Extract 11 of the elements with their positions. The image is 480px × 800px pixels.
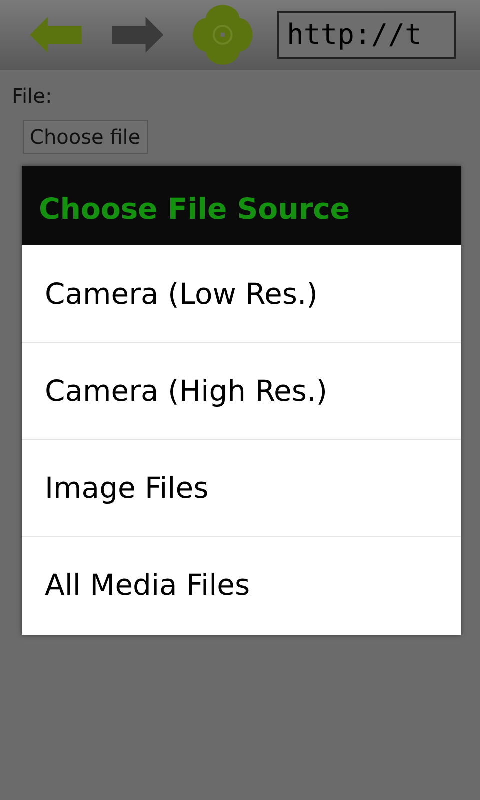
source-option[interactable]: Image Files (22, 439, 461, 536)
forward-arrow-icon[interactable] (112, 16, 164, 52)
choose-file-button[interactable]: Choose file (23, 120, 148, 154)
source-option[interactable]: Camera (High Res.) (22, 342, 461, 439)
source-option[interactable]: Camera (Low Res.) (22, 245, 461, 342)
directional-pad-icon[interactable] (193, 4, 254, 64)
url-field[interactable]: http://t (277, 10, 456, 58)
dialog-title: Choose File Source (22, 166, 461, 245)
back-arrow-icon[interactable] (30, 16, 82, 52)
file-label: File: (12, 84, 52, 108)
source-option[interactable]: All Media Files (22, 536, 461, 633)
